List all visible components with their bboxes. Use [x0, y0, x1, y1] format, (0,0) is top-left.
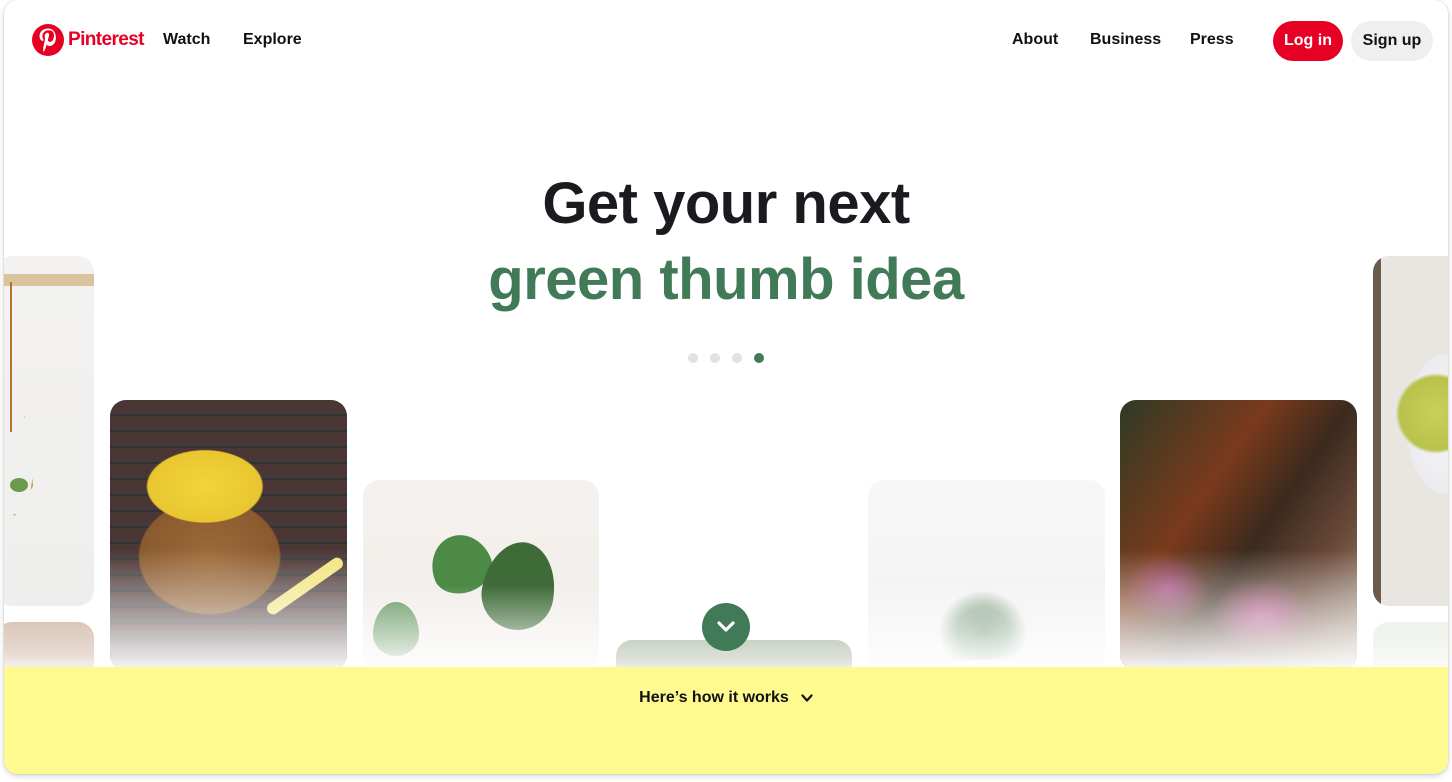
- pin-image-monstera: [363, 480, 599, 670]
- fade-overlay: [363, 584, 599, 670]
- chevron-down-icon: [801, 693, 813, 703]
- fade-overlay: [1120, 548, 1357, 670]
- nav-about[interactable]: About: [1012, 31, 1058, 49]
- how-it-works-link[interactable]: Here’s how it works: [4, 689, 1448, 707]
- how-it-works-band: Here’s how it works: [4, 667, 1448, 774]
- signup-button[interactable]: Sign up: [1351, 21, 1433, 61]
- chevron-down-icon: [717, 621, 735, 632]
- nav-business[interactable]: Business: [1090, 31, 1161, 49]
- brand-name: Pinterest: [68, 29, 145, 50]
- carousel-dot-1[interactable]: [688, 353, 698, 363]
- pin-image-rust-garden: [1120, 400, 1357, 670]
- hero-title-line2: green thumb idea: [488, 247, 964, 312]
- login-button[interactable]: Log in: [1273, 21, 1343, 61]
- pin-image-palm-indoor: [868, 480, 1105, 670]
- plant-shape: [10, 478, 28, 492]
- scroll-down-button[interactable]: [702, 603, 750, 651]
- top-header: Pinterest Watch Explore About Business P…: [4, 0, 1448, 82]
- pinterest-logo-icon: [32, 24, 64, 56]
- pinterest-logo-link[interactable]: Pinterest: [32, 24, 145, 56]
- carousel-dots: [688, 353, 764, 363]
- carousel-dot-2[interactable]: [710, 353, 720, 363]
- browser-window: Pinterest Watch Explore About Business P…: [4, 0, 1448, 774]
- hero-title-line1: Get your next: [542, 171, 910, 236]
- nav-watch[interactable]: Watch: [163, 31, 210, 49]
- nav-press[interactable]: Press: [1190, 31, 1234, 49]
- nav-explore[interactable]: Explore: [243, 31, 302, 49]
- fade-overlay: [110, 548, 347, 670]
- fade-overlay: [868, 584, 1105, 670]
- pin-image-bicycle-tulips: [110, 400, 347, 670]
- how-it-works-label: Here’s how it works: [639, 689, 789, 706]
- carousel-dot-3[interactable]: [732, 353, 742, 363]
- carousel-dot-4-active[interactable]: [754, 353, 764, 363]
